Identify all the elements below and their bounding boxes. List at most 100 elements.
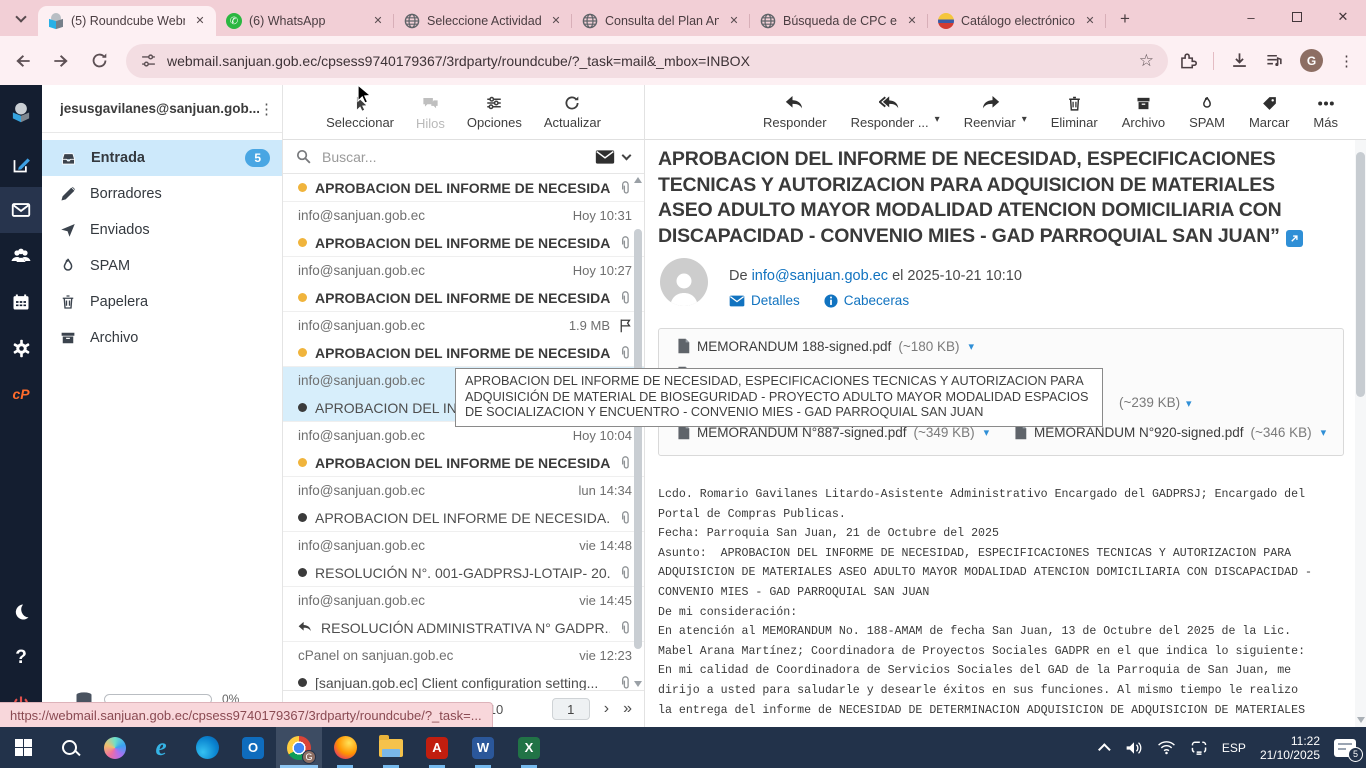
tab-catalogo[interactable]: Catálogo electrónico ✕	[928, 6, 1106, 36]
notifications-icon[interactable]: 5	[1334, 739, 1356, 757]
page-number-input[interactable]: 1	[552, 698, 590, 720]
start-button[interactable]	[0, 727, 46, 768]
sender-email-link[interactable]: info@sanjuan.gob.ec	[752, 268, 888, 284]
clock[interactable]: 11:22 21/10/2025	[1260, 734, 1320, 762]
tab-close-icon[interactable]: ✕	[726, 13, 742, 29]
media-list-icon[interactable]	[1265, 51, 1284, 70]
sidebar-item-spam[interactable]: SPAM	[42, 248, 282, 284]
calendar-icon[interactable]	[0, 279, 42, 325]
tab-busqueda-cpc[interactable]: Búsqueda de CPC en ✕	[750, 6, 928, 36]
tab-close-icon[interactable]: ✕	[904, 13, 920, 29]
scroll-down-icon[interactable]	[634, 681, 642, 687]
tray-expand-icon[interactable]	[1098, 743, 1111, 756]
sidebar-item-inbox[interactable]: Entrada 5	[42, 140, 282, 176]
acrobat-button[interactable]: A	[414, 727, 460, 768]
delete-button[interactable]: Eliminar	[1051, 95, 1098, 130]
profile-avatar[interactable]: G	[1300, 49, 1323, 72]
list-item[interactable]: info@sanjuan.gob.ecvie 14:48 RESOLUCIÓN …	[283, 531, 644, 586]
downloads-icon[interactable]	[1230, 51, 1249, 70]
cpanel-icon[interactable]: cP	[0, 371, 42, 417]
tab-close-icon[interactable]: ✕	[370, 13, 386, 29]
tab-close-icon[interactable]: ✕	[1082, 13, 1098, 29]
attachment-menu-caret-icon[interactable]: ▾	[984, 426, 990, 439]
keyboard-language[interactable]: ESP	[1222, 741, 1246, 755]
reply-all-button[interactable]: Responder ...	[851, 95, 929, 130]
reply-button[interactable]: Responder	[763, 95, 827, 130]
contacts-icon[interactable]	[0, 233, 42, 279]
internet-explorer-button[interactable]: e	[138, 727, 184, 768]
attachment-menu-caret-icon[interactable]: ▾	[1186, 398, 1192, 410]
list-item[interactable]: info@sanjuan.gob.ecvie 14:45 RESOLUCIÓN …	[283, 586, 644, 641]
tab-close-icon[interactable]: ✕	[192, 13, 208, 29]
search-scope-icon[interactable]	[595, 149, 615, 165]
scrollbar-thumb[interactable]	[1356, 152, 1365, 397]
tab-close-icon[interactable]: ✕	[548, 13, 564, 29]
list-item[interactable]: cPanel on sanjuan.gob.ecvie 12:23 [sanju…	[283, 641, 644, 690]
list-item[interactable]: info@sanjuan.gob.ec1.9 MB APROBACION DEL…	[283, 311, 644, 366]
details-link[interactable]: Detalles	[729, 293, 800, 308]
scrollbar-thumb[interactable]	[634, 229, 642, 649]
list-scrollbar[interactable]	[633, 177, 643, 687]
spam-button[interactable]: SPAM	[1189, 95, 1225, 130]
tab-consulta-plan[interactable]: Consulta del Plan Anu ✕	[572, 6, 750, 36]
new-tab-button[interactable]: +	[1112, 6, 1138, 32]
help-icon[interactable]: ?	[0, 635, 42, 681]
firefox-button[interactable]	[322, 727, 368, 768]
compose-icon[interactable]	[0, 141, 42, 187]
forward-caret-icon[interactable]: ▾	[1022, 114, 1027, 125]
next-page-button[interactable]: ›	[604, 700, 609, 718]
archive-button[interactable]: Archivo	[1122, 95, 1165, 130]
scroll-up-icon[interactable]	[634, 177, 642, 183]
wifi-icon[interactable]	[1157, 740, 1176, 755]
list-item[interactable]: info@sanjuan.gob.ecHoy 10:31 APROBACION …	[283, 201, 644, 256]
attachment-menu-caret-icon[interactable]: ▾	[969, 340, 975, 353]
list-item[interactable]: info@sanjuan.gob.ecHoy 10:27 APROBACION …	[283, 256, 644, 311]
tab-search-button[interactable]	[8, 6, 34, 32]
url-bar[interactable]: webmail.sanjuan.gob.ec/cpsess9740179367/…	[126, 44, 1168, 78]
back-button[interactable]	[8, 46, 38, 76]
last-page-button[interactable]: »	[623, 700, 632, 718]
more-button[interactable]: Más	[1313, 95, 1338, 130]
dark-mode-moon-icon[interactable]	[0, 589, 42, 635]
outlook-button[interactable]: O	[230, 727, 276, 768]
tab-roundcube[interactable]: (5) Roundcube Webm ✕	[38, 6, 216, 36]
sidebar-item-trash[interactable]: Papelera	[42, 284, 282, 320]
tab-whatsapp[interactable]: ✆ (6) WhatsApp ✕	[216, 6, 394, 36]
mail-icon[interactable]	[0, 187, 42, 233]
site-settings-icon[interactable]	[140, 52, 157, 69]
list-item[interactable]: info@sanjuan.gob.eclun 14:34 APROBACION …	[283, 476, 644, 531]
list-item[interactable]: APROBACION DEL INFORME DE NECESIDA...	[283, 174, 644, 201]
sidebar-item-sent[interactable]: Enviados	[42, 212, 282, 248]
refresh-button[interactable]: Actualizar	[544, 94, 601, 130]
volume-icon[interactable]	[1125, 740, 1143, 756]
sidebar-item-archive[interactable]: Archivo	[42, 320, 282, 356]
bookmark-star-icon[interactable]: ☆	[1139, 51, 1154, 71]
message-scrollbar[interactable]	[1355, 140, 1366, 727]
mark-button[interactable]: Marcar	[1249, 95, 1289, 130]
sidebar-item-drafts[interactable]: Borradores	[42, 176, 282, 212]
flag-icon[interactable]	[618, 318, 632, 333]
chrome-button[interactable]: G	[276, 727, 322, 768]
forward-button[interactable]: Reenviar	[964, 95, 1016, 130]
settings-gear-icon[interactable]	[0, 325, 42, 371]
list-item[interactable]: info@sanjuan.gob.ecHoy 10:04 APROBACION …	[283, 421, 644, 476]
file-explorer-button[interactable]	[368, 727, 414, 768]
extensions-icon[interactable]	[1178, 51, 1197, 70]
search-input[interactable]	[320, 148, 587, 166]
reload-button[interactable]	[84, 46, 114, 76]
forward-button[interactable]	[46, 46, 76, 76]
edge-button[interactable]	[184, 727, 230, 768]
attachment-item[interactable]: MEMORANDUM 188-signed.pdf (~180 KB) ▾	[677, 338, 974, 354]
minimize-button[interactable]: –	[1228, 0, 1274, 34]
excel-button[interactable]: X	[506, 727, 552, 768]
reply-all-caret-icon[interactable]: ▾	[935, 114, 940, 125]
scroll-down-icon[interactable]	[1357, 717, 1365, 723]
tray-device-icon[interactable]	[1190, 740, 1208, 756]
chevron-down-icon[interactable]	[622, 150, 632, 160]
options-button[interactable]: Opciones	[467, 94, 522, 130]
taskbar-search-button[interactable]	[46, 727, 92, 768]
tab-seleccione-actividad[interactable]: Seleccione Actividad ✕	[394, 6, 572, 36]
url-text[interactable]: webmail.sanjuan.gob.ec/cpsess9740179367/…	[167, 53, 1131, 69]
threads-button[interactable]: Hilos	[416, 94, 445, 131]
headers-link[interactable]: Cabeceras	[824, 293, 909, 308]
